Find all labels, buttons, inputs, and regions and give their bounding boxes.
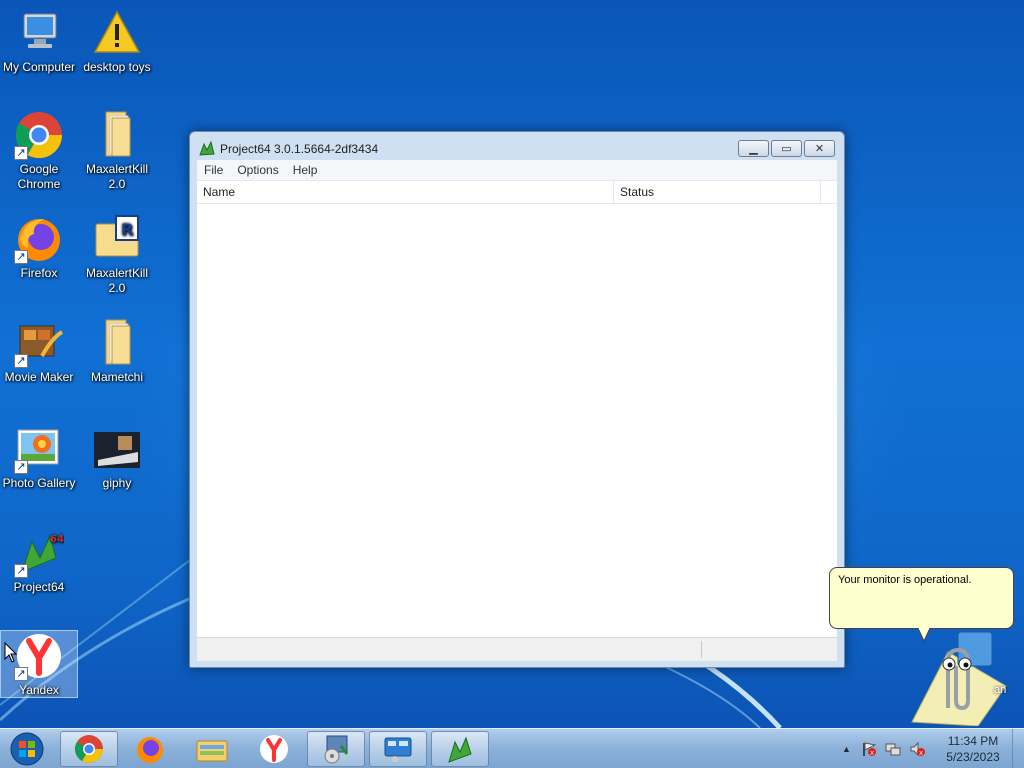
desktop-icon-maxalertkill-2[interactable]: R MaxalertKill 2.0: [78, 214, 156, 296]
taskbar-firefox-button[interactable]: [121, 731, 179, 767]
computer-icon: [14, 8, 64, 58]
yandex-icon: [260, 735, 288, 763]
desktop-icon-label: Movie Maker: [4, 370, 74, 384]
mouse-cursor-icon: [4, 642, 18, 663]
rom-list[interactable]: Name Status: [197, 180, 837, 637]
svg-text:x: x: [919, 749, 923, 757]
column-header-name[interactable]: Name: [197, 181, 614, 204]
taskbar-installer-button[interactable]: [307, 731, 365, 767]
shortcut-arrow-icon: ↗: [14, 460, 28, 474]
desktop-icon-movie-maker[interactable]: ↗ Movie Maker: [0, 318, 78, 385]
clock-date: 5/23/2023: [946, 750, 1000, 764]
desktop-icon-label: desktop toys: [83, 60, 151, 74]
taskbar-clock[interactable]: 11:34 PM 5/23/2023: [940, 733, 1006, 765]
close-icon: ✕: [814, 143, 825, 155]
folder-r-icon: R: [92, 214, 142, 264]
column-header-status[interactable]: Status: [614, 181, 821, 204]
window-title: Project64 3.0.1.5664-2df3434: [220, 142, 379, 156]
shortcut-arrow-icon: ↗: [14, 354, 28, 368]
close-button[interactable]: ✕: [804, 140, 835, 157]
folder-icon: [92, 110, 142, 160]
desktop-icon-label: giphy: [102, 476, 132, 490]
shortcut-arrow-icon: ↗: [14, 250, 28, 264]
desktop-icon-label: Photo Gallery: [2, 476, 76, 490]
clippy-message: Your monitor is operational.: [838, 574, 972, 586]
desktop-icon-project64[interactable]: 64 ↗ Project64: [0, 528, 78, 595]
project64-icon: [448, 736, 472, 763]
desktop-icon-desktop-toys[interactable]: desktop toys: [78, 8, 156, 75]
desktop-icon-label: Google Chrome: [17, 162, 61, 191]
menu-bar: File Options Help: [197, 160, 837, 180]
desktop-icon-label: MaxalertKill 2.0: [85, 266, 148, 295]
clippy-speech-bubble[interactable]: Your monitor is operational.: [829, 567, 1014, 629]
menu-options[interactable]: Options: [230, 163, 285, 177]
desktop-icon-giphy[interactable]: giphy: [78, 424, 156, 491]
menu-file[interactable]: File: [197, 163, 230, 177]
network-icon[interactable]: [885, 741, 901, 757]
taskbar-file-explorer-button[interactable]: [183, 731, 241, 767]
photo-gallery-icon: ↗: [14, 424, 64, 474]
status-bar: [197, 637, 837, 661]
project64-icon: 64 ↗: [14, 528, 64, 578]
project64-icon: [199, 140, 215, 156]
taskbar-control-panel-button[interactable]: [369, 731, 427, 767]
desktop-icon-label: Yandex: [19, 683, 59, 697]
warning-icon: [92, 8, 142, 58]
recycle-bin-label-fragment: an: [994, 684, 1007, 696]
desktop-icon-label: My Computer: [2, 60, 76, 74]
svg-text:64: 64: [50, 534, 64, 545]
desktop-icon-firefox[interactable]: ↗ Firefox: [0, 214, 78, 281]
firefox-icon: [137, 737, 163, 763]
maximize-button[interactable]: ▭: [771, 140, 802, 157]
desktop-icon-google-chrome[interactable]: ↗ Google Chrome: [0, 110, 78, 192]
action-center-flag-icon[interactable]: x: [861, 741, 877, 757]
taskbar: ▲ x x 11:34 PM 5/23/2023: [0, 728, 1024, 768]
system-tray: ▲ x x: [842, 729, 925, 768]
shortcut-arrow-icon: ↗: [14, 564, 28, 578]
clock-time: 11:34 PM: [947, 734, 999, 748]
shortcut-arrow-icon: ↗: [14, 667, 28, 681]
chrome-icon: [75, 735, 103, 763]
image-file-icon: [92, 424, 142, 474]
show-hidden-icons-icon[interactable]: ▲: [842, 744, 851, 754]
desktop-icon-label: Mametchi: [90, 370, 143, 384]
taskbar-project64-button[interactable]: [431, 731, 489, 767]
menu-help[interactable]: Help: [286, 163, 325, 177]
window-titlebar[interactable]: Project64 3.0.1.5664-2df3434 ▁ ▭ ✕: [190, 132, 844, 160]
desktop-icon-mametchi[interactable]: Mametchi: [78, 318, 156, 385]
control-panel-icon: [384, 737, 412, 762]
movie-maker-icon: ↗: [14, 318, 64, 368]
folder-icon: [92, 318, 142, 368]
taskbar-yandex-button[interactable]: [245, 731, 303, 767]
volume-muted-icon[interactable]: x: [909, 741, 925, 757]
desktop-icon-photo-gallery[interactable]: ↗ Photo Gallery: [0, 424, 78, 491]
file-explorer-icon: [196, 740, 228, 762]
desktop-icon-maxalertkill-1[interactable]: MaxalertKill 2.0: [78, 110, 156, 192]
chrome-icon: ↗: [14, 110, 64, 160]
project64-window[interactable]: Project64 3.0.1.5664-2df3434 ▁ ▭ ✕ File …: [189, 131, 845, 668]
minimize-button[interactable]: ▁: [738, 140, 769, 157]
svg-text:R: R: [121, 220, 133, 239]
taskbar-chrome-button[interactable]: [60, 731, 118, 767]
start-button[interactable]: [4, 730, 50, 768]
desktop-icon-label: MaxalertKill 2.0: [85, 162, 148, 191]
minimize-icon: ▁: [749, 143, 758, 155]
status-bar-divider: [701, 641, 702, 658]
desktop-icon-yandex[interactable]: ↗ Yandex: [0, 630, 78, 698]
desktop-icon-my-computer[interactable]: My Computer: [0, 8, 78, 75]
maximize-icon: ▭: [781, 143, 792, 155]
windows-orb-icon: [10, 732, 44, 766]
installer-icon: [324, 735, 349, 764]
firefox-icon: ↗: [14, 214, 64, 264]
show-desktop-button[interactable]: [1012, 729, 1024, 768]
desktop-icon-label: Firefox: [20, 266, 58, 280]
list-header: Name Status: [197, 181, 837, 204]
shortcut-arrow-icon: ↗: [14, 146, 28, 160]
svg-text:x: x: [870, 749, 874, 757]
clippy-assistant-icon[interactable]: [908, 630, 1008, 726]
yandex-icon: ↗: [14, 631, 64, 681]
desktop-icon-label: Project64: [13, 580, 65, 594]
